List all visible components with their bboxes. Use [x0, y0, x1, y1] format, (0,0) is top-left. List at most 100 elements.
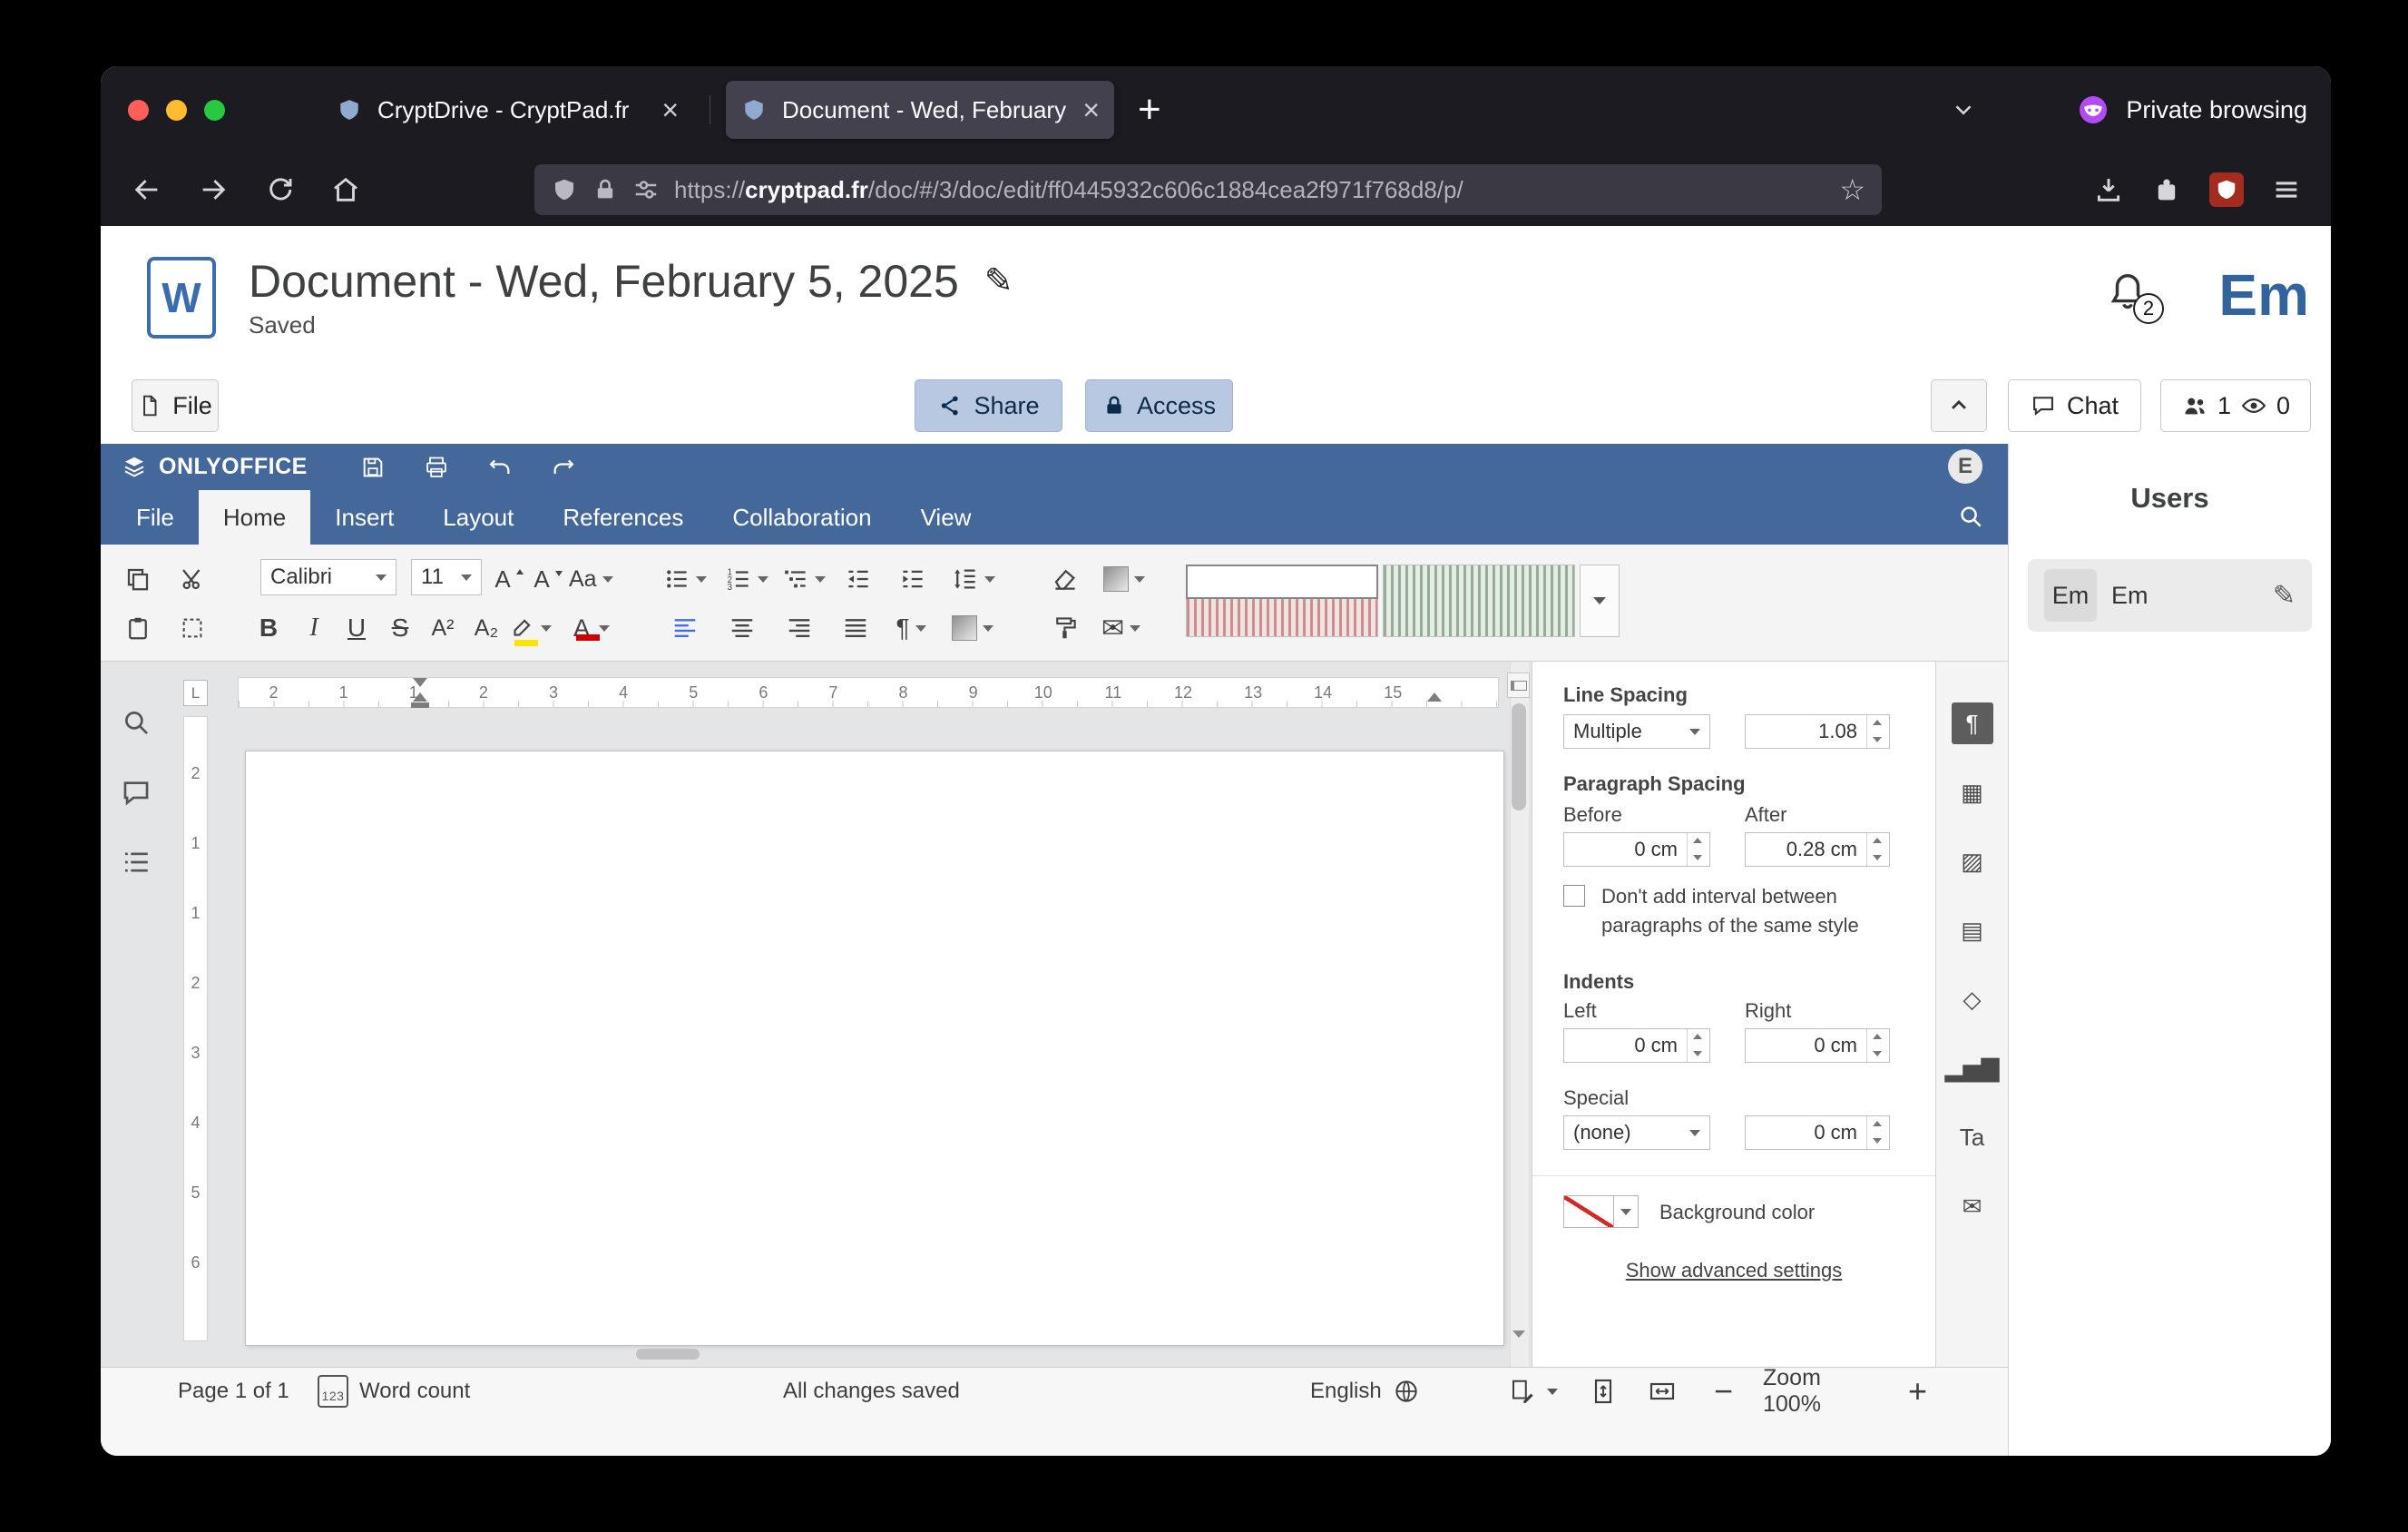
hanging-indent-marker[interactable] [413, 692, 427, 702]
decrease-indent-button[interactable] [840, 559, 876, 599]
interval-checkbox[interactable] [1563, 885, 1585, 907]
shading-button[interactable] [952, 608, 994, 648]
stepper-arrows[interactable] [1687, 833, 1709, 866]
document-page[interactable] [245, 751, 1504, 1346]
list-all-tabs-chevron-icon[interactable] [1950, 96, 1977, 123]
editor-user-avatar[interactable]: E [1948, 449, 1982, 484]
increase-font-size-button[interactable]: A [492, 559, 528, 599]
stepper-arrows[interactable] [1866, 833, 1889, 866]
user-avatar[interactable]: Em [2218, 253, 2309, 337]
navigation-tool-icon[interactable] [121, 847, 152, 878]
align-right-button[interactable] [781, 608, 817, 648]
menu-home[interactable]: Home [199, 490, 310, 545]
extensions-puzzle-icon[interactable] [2151, 174, 2182, 205]
multilevel-list-button[interactable] [782, 559, 826, 599]
toggle-rulers-button[interactable] [1507, 673, 1530, 698]
text-art-settings-tab[interactable]: Ta [1952, 1116, 1993, 1158]
clear-style-eraser-icon[interactable] [1047, 559, 1083, 599]
comments-tool-icon[interactable] [121, 778, 152, 809]
mail-merge-button[interactable]: ✉ [1101, 608, 1140, 648]
tab-document[interactable]: Document - Wed, February 5, 2 × [726, 81, 1114, 139]
zoom-in-button[interactable]: + [1908, 1368, 1927, 1415]
paragraph-color-button[interactable] [1103, 559, 1145, 599]
page-title[interactable]: Document - Wed, February 5, 2025 [249, 255, 959, 308]
menu-view[interactable]: View [896, 490, 996, 545]
vertical-ruler[interactable]: 21123456 [183, 716, 208, 1341]
find-tool-icon[interactable] [121, 707, 152, 738]
subscript-button[interactable]: A₂ [468, 608, 504, 648]
copy-style-brush-icon[interactable] [1047, 608, 1083, 648]
special-amount-stepper[interactable]: 0 cm [1745, 1115, 1890, 1150]
chat-button[interactable]: Chat [2008, 379, 2141, 432]
fit-page-button[interactable] [1589, 1368, 1618, 1415]
line-spacing-button[interactable] [952, 559, 995, 599]
image-settings-tab[interactable]: ▨ [1952, 840, 1993, 882]
file-menu-button[interactable]: File [132, 379, 219, 432]
access-button[interactable]: Access [1085, 379, 1233, 432]
stepper-arrows[interactable] [1687, 1029, 1709, 1062]
stepper-arrows[interactable] [1866, 715, 1889, 748]
undo-icon[interactable] [487, 455, 513, 480]
bold-button[interactable]: B [250, 608, 287, 648]
new-tab-button[interactable]: + [1138, 87, 1161, 133]
spacing-after-stepper[interactable]: 0.28 cm [1745, 832, 1890, 867]
scroll-down-arrow[interactable] [1510, 1322, 1528, 1346]
horizontal-scrollbar-thumb[interactable] [636, 1349, 700, 1360]
forward-button[interactable] [193, 170, 233, 210]
shape-settings-tab[interactable]: ◇ [1952, 978, 1993, 1020]
user-chip[interactable]: Em Em ✎ [2028, 559, 2312, 632]
cut-icon[interactable] [174, 559, 210, 599]
downloads-icon[interactable] [2093, 174, 2124, 205]
change-case-button[interactable]: Aa [569, 559, 613, 599]
copy-icon[interactable] [120, 559, 156, 599]
nonprinting-characters-button[interactable]: ¶ [893, 608, 929, 648]
style-preview-normal[interactable] [1186, 565, 1378, 599]
menu-collaboration[interactable]: Collaboration [708, 490, 896, 545]
align-left-button[interactable] [667, 608, 703, 648]
share-button[interactable]: Share [915, 379, 1062, 432]
macos-minimize-button[interactable] [166, 100, 187, 121]
macos-close-button[interactable] [128, 100, 149, 121]
menu-hamburger-icon[interactable] [2271, 174, 2302, 205]
indent-left-stepper[interactable]: 0 cm [1563, 1028, 1710, 1063]
tab-cryptdrive[interactable]: CryptDrive - CryptPad.fr × [321, 81, 693, 139]
ublock-origin-icon[interactable] [2209, 172, 2244, 207]
background-color-swatch[interactable] [1563, 1195, 1614, 1228]
tab-close-icon[interactable]: × [661, 93, 679, 127]
mail-merge-tab[interactable]: ✉ [1952, 1185, 1993, 1227]
macos-zoom-button[interactable] [204, 100, 225, 121]
numbering-button[interactable]: 123 [725, 559, 768, 599]
spacing-before-stepper[interactable]: 0 cm [1563, 832, 1710, 867]
lock-icon[interactable] [592, 177, 618, 202]
italic-button[interactable]: I [296, 608, 332, 648]
underline-button[interactable]: U [338, 608, 375, 648]
bookmark-star-icon[interactable]: ☆ [1839, 172, 1865, 207]
line-spacing-select[interactable]: Multiple [1563, 714, 1710, 749]
menu-layout[interactable]: Layout [418, 490, 538, 545]
tracking-shield-icon[interactable] [551, 176, 578, 203]
edit-title-pencil-icon[interactable]: ✎ [984, 255, 1013, 308]
permissions-icon[interactable] [632, 176, 660, 203]
fit-width-button[interactable] [1648, 1368, 1677, 1415]
background-color-dropdown[interactable] [1613, 1195, 1639, 1228]
users-button[interactable]: 1 0 [2160, 379, 2311, 432]
superscript-button[interactable]: A² [425, 608, 461, 648]
indent-right-stepper[interactable]: 0 cm [1745, 1028, 1890, 1063]
back-button[interactable] [127, 170, 167, 210]
language-selector[interactable]: English [1310, 1368, 1420, 1415]
advanced-settings-link[interactable]: Show advanced settings [1532, 1259, 1935, 1282]
edit-user-name-pencil-icon[interactable]: ✎ [2273, 580, 2295, 612]
print-icon[interactable] [424, 455, 449, 480]
highlight-color-button[interactable] [508, 608, 552, 648]
paste-icon[interactable] [120, 608, 156, 648]
justify-button[interactable] [837, 608, 874, 648]
increase-indent-button[interactable] [895, 559, 931, 599]
right-indent-marker[interactable] [1427, 692, 1442, 702]
search-icon[interactable] [1957, 503, 1984, 530]
zoom-out-button[interactable]: − [1714, 1368, 1733, 1415]
stepper-arrows[interactable] [1866, 1116, 1889, 1149]
font-color-button[interactable]: A [570, 608, 610, 648]
chart-settings-tab[interactable]: ▂▅▇ [1952, 1047, 1993, 1089]
font-name-select[interactable]: Calibri [260, 559, 396, 595]
ruler-corner-tab-selector[interactable]: L [183, 680, 208, 706]
